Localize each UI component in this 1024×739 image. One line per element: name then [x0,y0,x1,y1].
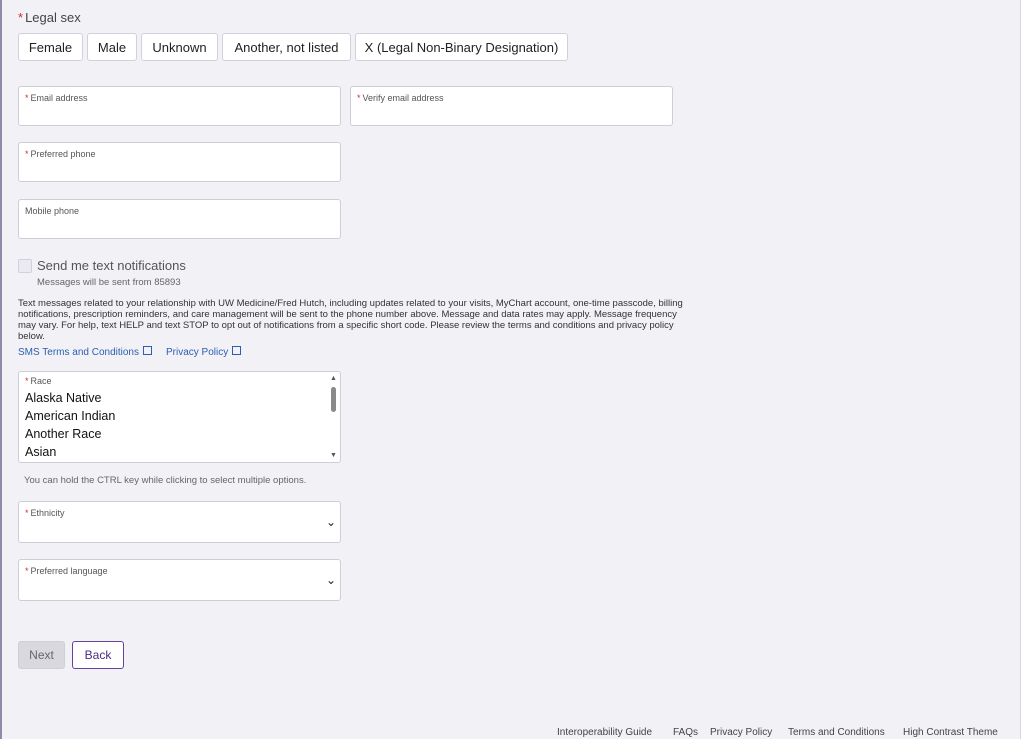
footer-high-contrast-link[interactable]: High Contrast Theme [903,727,998,738]
race-label: * Race [25,376,52,386]
scroll-thumb[interactable] [331,387,336,412]
ethnicity-label: * Ethnicity [25,508,65,518]
race-hint: You can hold the CTRL key while clicking… [24,475,307,486]
legal-sex-female-button[interactable]: Female [18,33,83,61]
preferred-phone-field[interactable]: * Preferred phone [18,142,341,182]
text-notifications-checkbox[interactable] [18,259,32,273]
sender-note: Messages will be sent from 85893 [37,277,181,288]
scroll-up-icon[interactable]: ▲ [330,375,337,382]
left-border [0,0,2,739]
legal-sex-another-button[interactable]: Another, not listed [222,33,351,61]
race-scrollbar[interactable]: ▲ ▼ [329,373,339,461]
footer-terms-link[interactable]: Terms and Conditions [788,727,885,738]
chevron-down-icon: ⌄ [325,515,336,529]
race-option[interactable]: Asian [25,445,56,459]
verify-email-field[interactable]: * Verify email address [350,86,673,126]
next-button[interactable]: Next [18,641,65,669]
race-listbox[interactable]: * Race Alaska Native American Indian Anot… [18,371,341,463]
verify-email-label: * Verify email address [357,93,444,103]
mobile-phone-label: Mobile phone [25,206,80,216]
email-label: * Email address [25,93,88,103]
race-option[interactable]: American Indian [25,409,115,423]
mobile-phone-field[interactable]: Mobile phone [18,199,341,239]
external-link-icon [142,346,152,355]
legal-sex-x-button[interactable]: X (Legal Non-Binary Designation) [355,33,568,61]
preferred-language-select[interactable]: * Preferred language ⌄ [18,559,341,601]
back-button[interactable]: Back [72,641,124,669]
race-option[interactable]: Another Race [25,427,101,441]
footer-interoperability-link[interactable]: Interoperability Guide [557,727,652,738]
race-option[interactable]: Alaska Native [25,391,101,405]
footer-faqs-link[interactable]: FAQs [673,727,698,738]
footer-privacy-link[interactable]: Privacy Policy [710,727,772,738]
required-marker: * [18,10,24,25]
sms-disclaimer: Text messages related to your relationsh… [18,298,683,342]
preferred-language-label: * Preferred language [25,566,108,576]
legal-sex-label: * Legal sex [18,10,81,25]
preferred-phone-label: * Preferred phone [25,149,96,159]
text-notifications-label: Send me text notifications [37,258,186,273]
ethnicity-select[interactable]: * Ethnicity ⌄ [18,501,341,543]
privacy-policy-link[interactable]: Privacy Policy [166,346,242,358]
external-link-icon [232,346,242,355]
legal-sex-male-button[interactable]: Male [87,33,137,61]
chevron-down-icon: ⌄ [325,573,336,587]
email-field[interactable]: * Email address [18,86,341,126]
legal-sex-unknown-button[interactable]: Unknown [141,33,218,61]
sms-terms-link[interactable]: SMS Terms and Conditions [18,346,152,358]
right-scrollbar[interactable] [1020,0,1024,739]
scroll-down-icon[interactable]: ▼ [330,452,337,459]
